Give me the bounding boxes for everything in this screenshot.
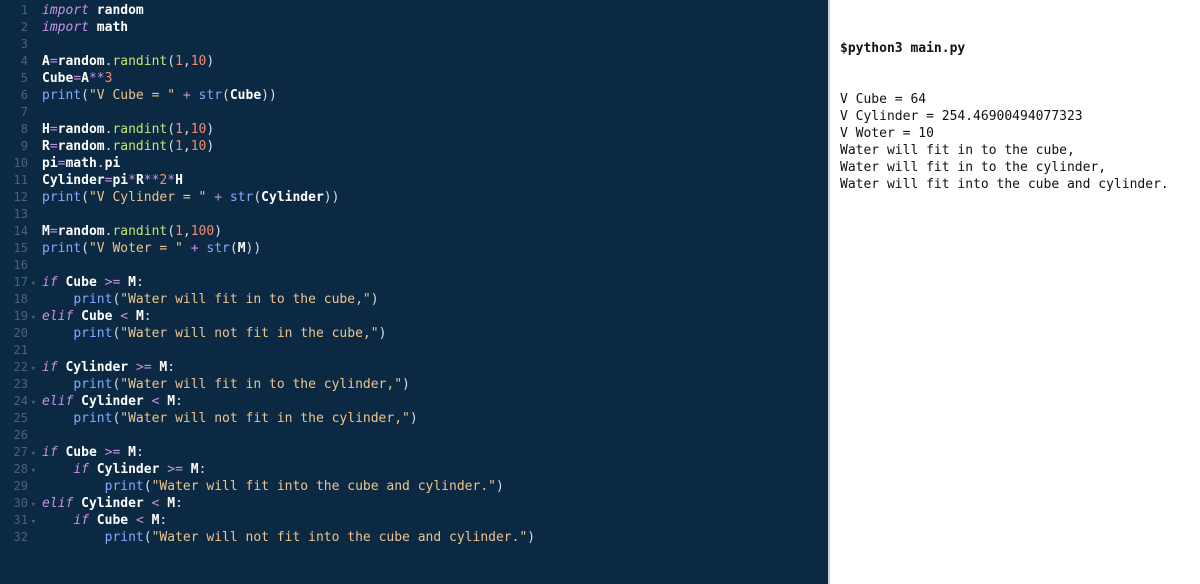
code-line[interactable]: print("Water will not fit into the cube … — [42, 529, 828, 546]
line-number: 18 — [0, 291, 28, 308]
code-line[interactable]: if Cube < M: — [42, 512, 828, 529]
code-line[interactable] — [42, 36, 828, 53]
line-number: 25 — [0, 410, 28, 427]
line-number: 6 — [0, 87, 28, 104]
code-line[interactable]: Cube=A**3 — [42, 70, 828, 87]
line-number: 10 — [0, 155, 28, 172]
line-number: 28▾ — [0, 461, 28, 478]
fold-toggle-icon[interactable]: ▾ — [31, 446, 36, 463]
line-number: 5 — [0, 70, 28, 87]
line-number: 13 — [0, 206, 28, 223]
line-number: 15 — [0, 240, 28, 257]
line-number: 17▾ — [0, 274, 28, 291]
line-number: 20 — [0, 325, 28, 342]
fold-toggle-icon[interactable]: ▾ — [31, 514, 36, 531]
code-line[interactable]: pi=math.pi — [42, 155, 828, 172]
line-number: 1 — [0, 2, 28, 19]
line-number: 29 — [0, 478, 28, 495]
code-area[interactable]: import randomimport math A=random.randint… — [38, 2, 828, 584]
line-number: 32 — [0, 529, 28, 546]
fold-toggle-icon[interactable]: ▾ — [31, 395, 36, 412]
terminal-line: Water will fit into the cube and cylinde… — [840, 176, 1190, 193]
code-line[interactable]: print("Water will fit in to the cube,") — [42, 291, 828, 308]
line-number: 26 — [0, 427, 28, 444]
line-number: 11 — [0, 172, 28, 189]
terminal-line: V Woter = 10 — [840, 125, 1190, 142]
code-line[interactable]: elif Cube < M: — [42, 308, 828, 325]
code-line[interactable]: import random — [42, 2, 828, 19]
line-number: 8 — [0, 121, 28, 138]
line-number: 21 — [0, 342, 28, 359]
code-line[interactable]: if Cube >= M: — [42, 274, 828, 291]
code-line[interactable]: if Cylinder >= M: — [42, 359, 828, 376]
line-number: 31▾ — [0, 512, 28, 529]
line-number: 12 — [0, 189, 28, 206]
code-line[interactable]: H=random.randint(1,10) — [42, 121, 828, 138]
terminal-panel[interactable]: $python3 main.py V Cube = 64V Cylinder =… — [828, 0, 1200, 584]
terminal-output: V Cube = 64V Cylinder = 254.469004940773… — [840, 91, 1190, 193]
line-number: 16 — [0, 257, 28, 274]
code-line[interactable]: print("V Woter = " + str(M)) — [42, 240, 828, 257]
line-number: 3 — [0, 36, 28, 53]
code-line[interactable] — [42, 206, 828, 223]
code-line[interactable]: elif Cylinder < M: — [42, 495, 828, 512]
code-line[interactable]: print("Water will not fit in the cube,") — [42, 325, 828, 342]
code-line[interactable]: R=random.randint(1,10) — [42, 138, 828, 155]
code-line[interactable]: print("Water will not fit in the cylinde… — [42, 410, 828, 427]
fold-toggle-icon[interactable]: ▾ — [31, 361, 36, 378]
code-line[interactable]: print("Water will fit in to the cylinder… — [42, 376, 828, 393]
code-line[interactable]: Cylinder=pi*R**2*H — [42, 172, 828, 189]
code-line[interactable]: if Cylinder >= M: — [42, 461, 828, 478]
code-line[interactable]: import math — [42, 19, 828, 36]
code-line[interactable]: print("Water will fit into the cube and … — [42, 478, 828, 495]
fold-toggle-icon[interactable]: ▾ — [31, 310, 36, 327]
code-line[interactable]: A=random.randint(1,10) — [42, 53, 828, 70]
code-line[interactable]: print("V Cylinder = " + str(Cylinder)) — [42, 189, 828, 206]
line-number: 9 — [0, 138, 28, 155]
terminal-line: Water will fit in to the cube, — [840, 142, 1190, 159]
line-number: 30▾ — [0, 495, 28, 512]
line-number: 22▾ — [0, 359, 28, 376]
code-line[interactable]: M=random.randint(1,100) — [42, 223, 828, 240]
terminal-line: V Cube = 64 — [840, 91, 1190, 108]
code-editor[interactable]: 1234567891011121314151617▾1819▾202122▾23… — [0, 0, 828, 584]
line-number: 23 — [0, 376, 28, 393]
line-number: 14 — [0, 223, 28, 240]
line-number: 19▾ — [0, 308, 28, 325]
fold-toggle-icon[interactable]: ▾ — [31, 463, 36, 480]
line-number-gutter: 1234567891011121314151617▾1819▾202122▾23… — [0, 2, 38, 584]
line-number: 24▾ — [0, 393, 28, 410]
terminal-line: V Cylinder = 254.46900494077323 — [840, 108, 1190, 125]
code-line[interactable] — [42, 257, 828, 274]
code-line[interactable] — [42, 342, 828, 359]
terminal-command: $python3 main.py — [840, 40, 1190, 57]
terminal-line: Water will fit in to the cylinder, — [840, 159, 1190, 176]
code-line[interactable]: if Cube >= M: — [42, 444, 828, 461]
line-number: 7 — [0, 104, 28, 121]
fold-toggle-icon[interactable]: ▾ — [31, 276, 36, 293]
fold-toggle-icon[interactable]: ▾ — [31, 497, 36, 514]
code-line[interactable] — [42, 427, 828, 444]
line-number: 27▾ — [0, 444, 28, 461]
line-number: 2 — [0, 19, 28, 36]
code-line[interactable] — [42, 104, 828, 121]
code-line[interactable]: print("V Cube = " + str(Cube)) — [42, 87, 828, 104]
code-line[interactable]: elif Cylinder < M: — [42, 393, 828, 410]
line-number: 4 — [0, 53, 28, 70]
